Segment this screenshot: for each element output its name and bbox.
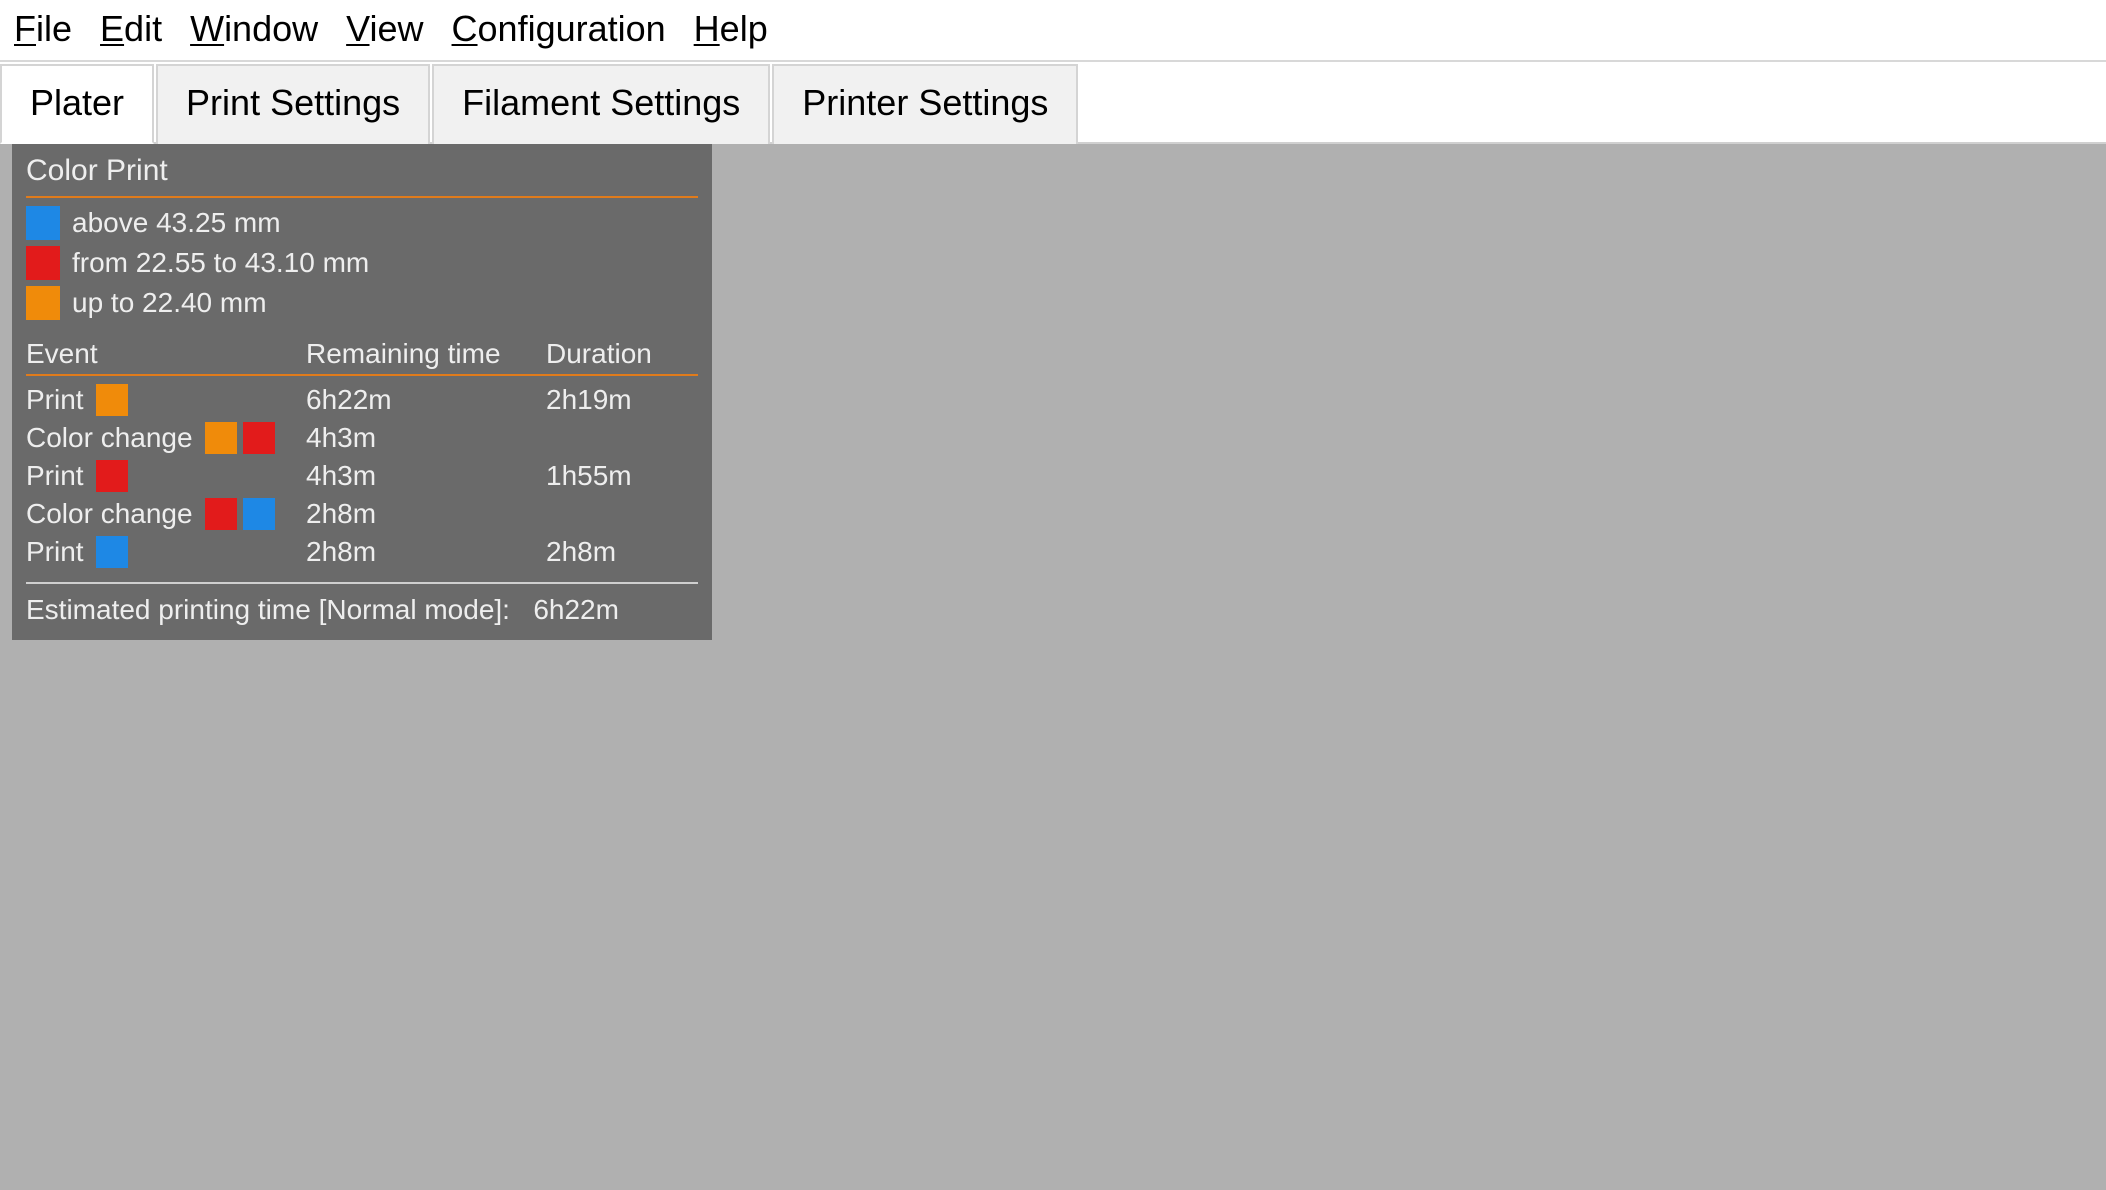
legend-label: up to 22.40 mm bbox=[72, 287, 267, 319]
event-cell: Print bbox=[26, 460, 306, 492]
divider bbox=[26, 582, 698, 584]
panel-title: Color Print bbox=[26, 154, 698, 188]
table-row: Color change 4h3m bbox=[26, 422, 698, 454]
remaining-value: 2h8m bbox=[306, 536, 546, 568]
tab-print-settings[interactable]: Print Settings bbox=[156, 64, 430, 144]
table-row: Color change 2h8m bbox=[26, 498, 698, 530]
color-swatch-icon bbox=[26, 206, 60, 240]
color-swatch-icon bbox=[96, 536, 128, 568]
event-label: Print bbox=[26, 460, 84, 492]
color-swatch-icon bbox=[205, 422, 237, 454]
menu-edit[interactable]: Edit bbox=[100, 8, 162, 50]
menu-view[interactable]: View bbox=[346, 8, 423, 50]
divider bbox=[26, 196, 698, 198]
estimated-time: Estimated printing time [Normal mode]: 6… bbox=[26, 594, 698, 626]
remaining-value: 4h3m bbox=[306, 460, 546, 492]
color-swatch-icon bbox=[96, 384, 128, 416]
color-swatch-icon bbox=[243, 422, 275, 454]
table-row: Print 6h22m2h19m bbox=[26, 384, 698, 416]
legend-item: from 22.55 to 43.10 mm bbox=[26, 246, 698, 280]
menu-configuration[interactable]: Configuration bbox=[452, 8, 666, 50]
tabbar: Plater Print Settings Filament Settings … bbox=[0, 62, 2106, 144]
color-swatch-icon bbox=[26, 286, 60, 320]
event-label: Color change bbox=[26, 422, 193, 454]
event-cell: Print bbox=[26, 384, 306, 416]
event-cell: Print bbox=[26, 536, 306, 568]
menu-window[interactable]: Window bbox=[190, 8, 318, 50]
legend-item: above 43.25 mm bbox=[26, 206, 698, 240]
event-table-body: Print 6h22m2h19m Color change 4h3m Print 4h3m… bbox=[26, 384, 698, 568]
estimated-time-value: 6h22m bbox=[533, 594, 619, 625]
menubar: File Edit Window View Configuration Help bbox=[0, 0, 2106, 62]
estimated-time-label: Estimated printing time [Normal mode]: bbox=[26, 594, 510, 625]
table-row: Print 2h8m2h8m bbox=[26, 536, 698, 568]
duration-value: 1h55m bbox=[546, 460, 698, 492]
tab-filament-settings[interactable]: Filament Settings bbox=[432, 64, 770, 144]
duration-value: 2h8m bbox=[546, 536, 698, 568]
table-row: Print 4h3m1h55m bbox=[26, 460, 698, 492]
event-cell: Color change bbox=[26, 422, 306, 454]
menu-help[interactable]: Help bbox=[694, 8, 768, 50]
event-cell: Color change bbox=[26, 498, 306, 530]
event-table-header: Event Remaining time Duration bbox=[26, 338, 698, 370]
header-remaining: Remaining time bbox=[306, 338, 546, 370]
legend-label: above 43.25 mm bbox=[72, 207, 281, 239]
plater-content: Color Print above 43.25 mm from 22.55 to… bbox=[0, 144, 2106, 1190]
event-label: Color change bbox=[26, 498, 193, 530]
divider bbox=[26, 374, 698, 376]
remaining-value: 4h3m bbox=[306, 422, 546, 454]
menu-file[interactable]: File bbox=[14, 8, 72, 50]
event-label: Print bbox=[26, 536, 84, 568]
header-duration: Duration bbox=[546, 338, 698, 370]
event-label: Print bbox=[26, 384, 84, 416]
legend-item: up to 22.40 mm bbox=[26, 286, 698, 320]
legend-label: from 22.55 to 43.10 mm bbox=[72, 247, 369, 279]
color-swatch-icon bbox=[96, 460, 128, 492]
color-swatch-icon bbox=[205, 498, 237, 530]
color-swatch-icon bbox=[243, 498, 275, 530]
tab-plater[interactable]: Plater bbox=[0, 64, 154, 144]
header-event: Event bbox=[26, 338, 306, 370]
remaining-value: 6h22m bbox=[306, 384, 546, 416]
color-print-panel: Color Print above 43.25 mm from 22.55 to… bbox=[12, 144, 712, 640]
duration-value: 2h19m bbox=[546, 384, 698, 416]
tab-printer-settings[interactable]: Printer Settings bbox=[772, 64, 1078, 144]
remaining-value: 2h8m bbox=[306, 498, 546, 530]
color-swatch-icon bbox=[26, 246, 60, 280]
